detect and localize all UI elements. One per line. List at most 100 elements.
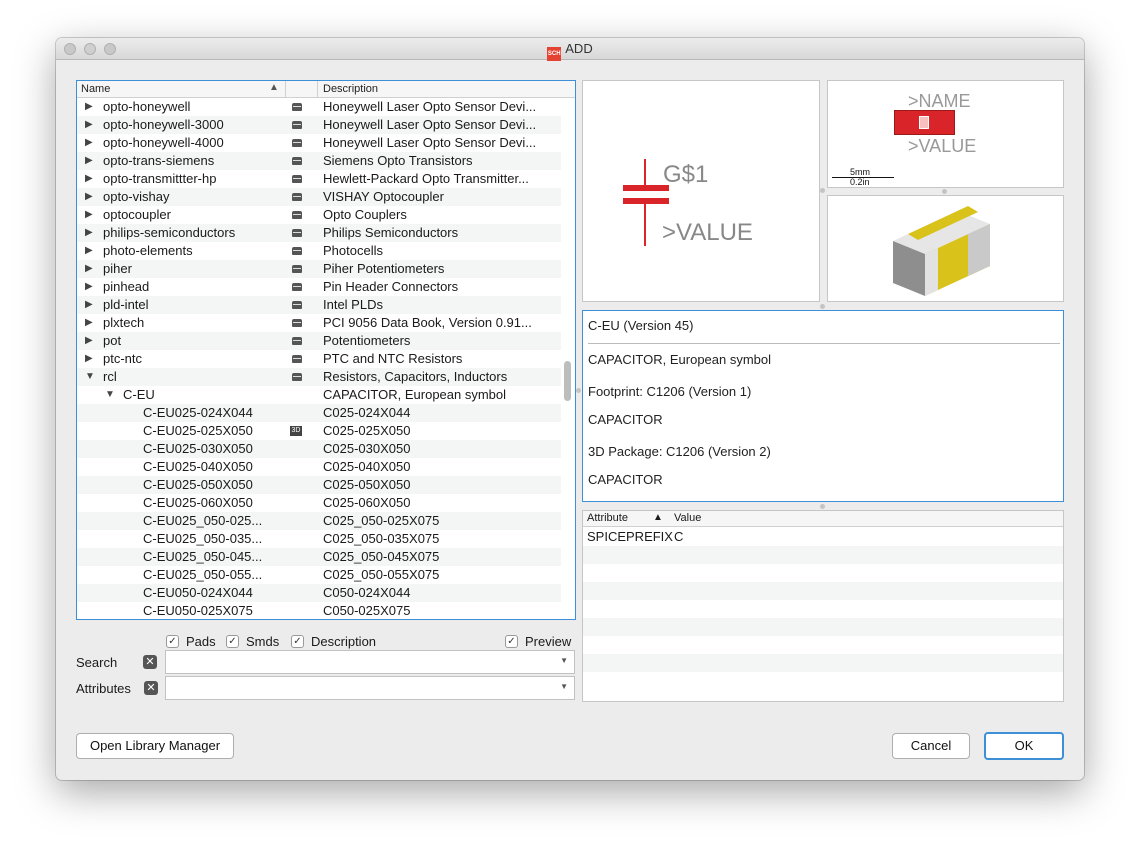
tree-library-row[interactable]: ▶ piher Piher Potentiometers — [77, 260, 561, 278]
tree-variant-row[interactable]: C-EU050-024X044 C050-024X044 — [77, 584, 561, 602]
tree-item-description: C025-025X050 — [323, 423, 411, 438]
sort-ascending-icon[interactable]: ▲ — [269, 82, 279, 93]
disclosure-collapsed-icon[interactable]: ▶ — [85, 332, 93, 350]
disclosure-collapsed-icon[interactable]: ▶ — [85, 134, 93, 152]
tree-library-row[interactable]: ▶ philips-semiconductors Philips Semicondu… — [77, 224, 561, 242]
device-title: C-EU (Version 45) — [588, 318, 694, 333]
pads-checkbox[interactable]: ✓ Pads — [166, 634, 216, 649]
splitter-handle[interactable] — [820, 504, 825, 509]
tree-library-row[interactable]: ▶ opto-trans-siemens Siemens Opto Transist… — [77, 152, 561, 170]
tree-scrollbar[interactable] — [564, 361, 571, 401]
attributes-input[interactable]: ▼ — [165, 676, 575, 700]
disclosure-expanded-icon[interactable]: ▼ — [85, 368, 95, 386]
library-tree[interactable]: Name ▲ Description ▶ opto-honeywell Honeyw… — [76, 80, 576, 620]
tree-library-row[interactable]: ▶ pot Potentiometers — [77, 332, 561, 350]
column-divider[interactable] — [285, 81, 286, 98]
package3d-description: CAPACITOR — [588, 472, 663, 487]
tree-library-row[interactable]: ▼ rcl Resistors, Capacitors, Inductors — [77, 368, 561, 386]
description-checkbox[interactable]: ✓ Description — [291, 634, 376, 649]
attributes-table[interactable]: Attribute ▲ Value SPICEPREFIX C — [582, 510, 1064, 702]
ok-button[interactable]: OK — [984, 732, 1064, 760]
tree-library-row[interactable]: ▶ plxtech PCI 9056 Data Book, Version 0.91… — [77, 314, 561, 332]
table-row[interactable]: SPICEPREFIX C — [583, 528, 1063, 546]
disclosure-collapsed-icon[interactable]: ▶ — [85, 242, 93, 260]
tree-library-row[interactable]: ▶ optocoupler Opto Couplers — [77, 206, 561, 224]
splitter-handle[interactable] — [820, 188, 825, 193]
disclosure-collapsed-icon[interactable]: ▶ — [85, 98, 93, 116]
tree-library-row[interactable]: ▶ photo-elements Photocells — [77, 242, 561, 260]
disclosure-collapsed-icon[interactable]: ▶ — [85, 188, 93, 206]
disclosure-collapsed-icon[interactable]: ▶ — [85, 296, 93, 314]
chevron-down-icon[interactable]: ▼ — [560, 656, 568, 665]
library-icon — [292, 373, 302, 381]
clear-attributes-icon[interactable]: ✕ — [144, 681, 158, 695]
disclosure-expanded-icon[interactable]: ▼ — [105, 386, 115, 404]
tree-variant-row[interactable]: C-EU025_050-045... C025_050-045X075 — [77, 548, 561, 566]
package-preview[interactable]: >NAME >VALUE 5mm 0.2in — [827, 80, 1064, 188]
tree-item-description: Pin Header Connectors — [323, 279, 459, 294]
tree-library-row[interactable]: ▶ pld-intel Intel PLDs — [77, 296, 561, 314]
tree-item-name: C-EU025_050-035... — [143, 531, 263, 546]
cancel-button[interactable]: Cancel — [892, 733, 970, 759]
splitter-handle[interactable] — [942, 189, 947, 194]
sort-ascending-icon[interactable]: ▲ — [653, 512, 663, 523]
column-header-attribute[interactable]: Attribute — [587, 512, 628, 524]
title-bar: SCH ADD — [56, 38, 1084, 61]
disclosure-collapsed-icon[interactable]: ▶ — [85, 278, 93, 296]
tree-library-row[interactable]: ▶ ptc-ntc PTC and NTC Resistors — [77, 350, 561, 368]
column-divider[interactable] — [317, 81, 318, 98]
scale-mm-label: 5mm — [850, 167, 870, 177]
disclosure-collapsed-icon[interactable]: ▶ — [85, 206, 93, 224]
tree-item-description: C025-030X050 — [323, 441, 411, 456]
smds-label: Smds — [246, 634, 280, 649]
tree-library-row[interactable]: ▶ opto-honeywell-4000 Honeywell Laser Opto… — [77, 134, 561, 152]
capacitor-symbol-graphic — [623, 159, 669, 246]
splitter-handle[interactable] — [820, 304, 825, 309]
tree-variant-row[interactable]: C-EU025-050X050 C025-050X050 — [77, 476, 561, 494]
disclosure-collapsed-icon[interactable]: ▶ — [85, 116, 93, 134]
library-icon — [292, 157, 302, 165]
tree-variant-row[interactable]: C-EU025-040X050 C025-040X050 — [77, 458, 561, 476]
disclosure-collapsed-icon[interactable]: ▶ — [85, 152, 93, 170]
column-header-description[interactable]: Description — [323, 83, 378, 95]
tree-variant-row[interactable]: C-EU025-030X050 C025-030X050 — [77, 440, 561, 458]
column-header-value[interactable]: Value — [674, 512, 701, 524]
table-row-empty — [583, 600, 1063, 618]
add-dialog: SCH ADD Name ▲ Description ▶ opto-honeywel… — [56, 38, 1084, 780]
tree-variant-row[interactable]: C-EU025-024X044 C025-024X044 — [77, 404, 561, 422]
tree-library-row[interactable]: ▶ opto-honeywell-3000 Honeywell Laser Opto… — [77, 116, 561, 134]
splitter-handle[interactable] — [576, 388, 581, 393]
disclosure-collapsed-icon[interactable]: ▶ — [85, 260, 93, 278]
tree-library-row[interactable]: ▶ opto-transmittter-hp Hewlett-Packard Opt… — [77, 170, 561, 188]
symbol-preview[interactable]: G$1 >VALUE — [582, 80, 820, 302]
tree-variant-row[interactable]: C-EU050-025X075 C050-025X075 — [77, 602, 561, 619]
description-label: Description — [311, 634, 377, 649]
tree-library-row[interactable]: ▶ opto-honeywell Honeywell Laser Opto Sens… — [77, 98, 561, 116]
tree-item-description: C025_050-035X075 — [323, 531, 440, 546]
tree-variant-row[interactable]: C-EU025-060X050 C025-060X050 — [77, 494, 561, 512]
disclosure-collapsed-icon[interactable]: ▶ — [85, 350, 93, 368]
tree-variant-row[interactable]: C-EU025_050-035... C025_050-035X075 — [77, 530, 561, 548]
column-header-name[interactable]: Name — [81, 83, 110, 95]
disclosure-collapsed-icon[interactable]: ▶ — [85, 170, 93, 188]
search-input[interactable]: ▼ — [165, 650, 575, 674]
tree-rows: ▶ opto-honeywell Honeywell Laser Opto Sens… — [77, 98, 561, 619]
clear-search-icon[interactable]: ✕ — [143, 655, 157, 669]
tree-variant-row[interactable]: C-EU025_050-025... C025_050-025X075 — [77, 512, 561, 530]
smds-checkbox[interactable]: ✓ Smds — [226, 634, 279, 649]
model-3d-preview[interactable] — [827, 195, 1064, 302]
open-library-manager-button[interactable]: Open Library Manager — [76, 733, 234, 759]
tree-library-row[interactable]: ▶ opto-vishay VISHAY Optocoupler — [77, 188, 561, 206]
disclosure-collapsed-icon[interactable]: ▶ — [85, 224, 93, 242]
tree-item-name: opto-honeywell — [103, 99, 191, 114]
tree-variant-row[interactable]: C-EU025_050-055... C025_050-055X075 — [77, 566, 561, 584]
tree-item-name: pld-intel — [103, 297, 149, 312]
chevron-down-icon[interactable]: ▼ — [560, 682, 568, 691]
disclosure-collapsed-icon[interactable]: ▶ — [85, 314, 93, 332]
preview-checkbox[interactable]: ✓ Preview — [505, 634, 571, 649]
tree-device-row[interactable]: ▼ C-EU CAPACITOR, European symbol — [77, 386, 561, 404]
device-info-panel[interactable]: C-EU (Version 45) CAPACITOR, European sy… — [582, 310, 1064, 502]
tree-variant-row[interactable]: C-EU025-025X050 3D C025-025X050 — [77, 422, 561, 440]
tree-library-row[interactable]: ▶ pinhead Pin Header Connectors — [77, 278, 561, 296]
tree-item-name: philips-semiconductors — [103, 225, 236, 240]
